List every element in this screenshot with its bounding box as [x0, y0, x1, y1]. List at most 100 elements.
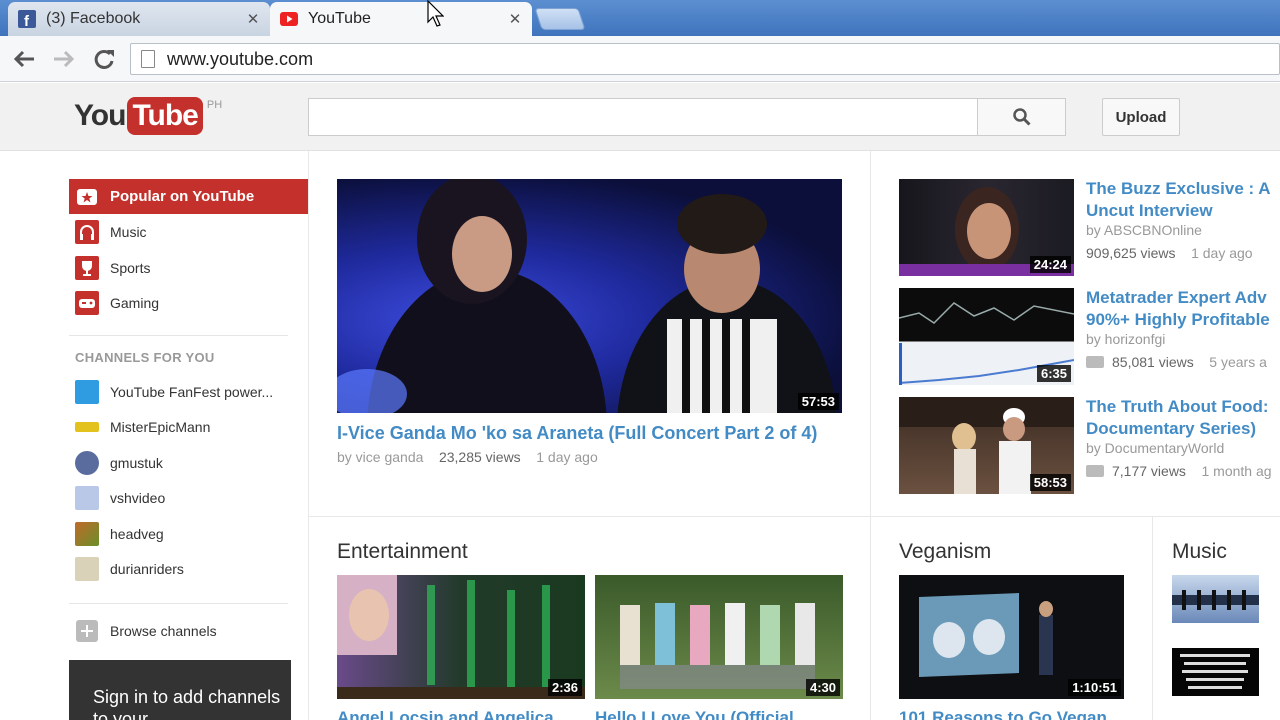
side-video-thumbnail[interactable]: 24:24 — [899, 179, 1074, 276]
youtube-favicon-icon — [280, 10, 298, 28]
tab-title: (3) Facebook — [46, 10, 141, 27]
region-label: PH — [206, 99, 223, 111]
thumbnail-image — [1172, 590, 1259, 610]
sidebar-item-sports[interactable]: Sports — [69, 250, 308, 285]
youtube-masthead: You Tube PH Upload — [0, 83, 1280, 151]
back-button[interactable] — [10, 46, 38, 72]
sidebar-item-label: Sports — [110, 259, 151, 276]
search-input[interactable] — [308, 98, 978, 136]
browse-channels-button[interactable]: Browse channels — [69, 613, 308, 648]
youtube-logo[interactable]: You Tube PH — [74, 97, 222, 135]
search-icon — [1012, 108, 1031, 126]
featured-video-thumbnail[interactable]: 57:53 — [337, 179, 842, 413]
title-line: Metatrader Expert Adv — [1086, 288, 1267, 307]
channel-avatar — [75, 379, 99, 404]
sidebar-channel-gmustuk[interactable]: gmustuk — [69, 445, 308, 480]
shelf-title-veganism[interactable]: Veganism — [899, 540, 991, 564]
channel-label: gmustuk — [110, 454, 163, 471]
browse-channels-label: Browse channels — [110, 622, 217, 639]
sidebar-item-gaming[interactable]: Gaming — [69, 285, 308, 320]
video-uploader[interactable]: by vice ganda — [337, 449, 423, 465]
thumbnail-image — [337, 179, 837, 413]
video-age: 1 day ago — [1191, 245, 1253, 261]
youtube-star-icon — [75, 185, 99, 209]
title-line: Documentary Series) — [1086, 419, 1257, 438]
headphones-icon — [75, 219, 99, 244]
title-line: 90%+ Highly Profitable — [1086, 310, 1270, 329]
mouse-cursor-icon — [427, 0, 444, 27]
reload-icon — [94, 49, 114, 69]
video-duration: 1:10:51 — [1068, 679, 1121, 696]
logo-tube: Tube — [127, 97, 203, 135]
address-bar[interactable]: www.youtube.com — [130, 43, 1280, 75]
channel-avatar — [75, 450, 99, 475]
side-video-thumbnail[interactable]: 58:53 — [899, 397, 1074, 494]
video-uploader[interactable]: by ABSCBNOnline — [1086, 222, 1202, 238]
channel-avatar — [75, 556, 99, 581]
forward-button[interactable] — [50, 46, 78, 72]
side-video-title[interactable]: The Buzz Exclusive : A Uncut Interview — [1086, 178, 1271, 222]
music-video-thumbnail[interactable] — [1172, 575, 1259, 623]
new-tab-button[interactable] — [534, 8, 586, 30]
trophy-icon — [75, 255, 99, 280]
side-video-title[interactable]: Metatrader Expert Adv 90%+ Highly Profit… — [1086, 287, 1270, 331]
side-video-title[interactable]: The Truth About Food: Documentary Series… — [1086, 396, 1269, 440]
shelf-video-thumbnail[interactable]: 1:10:51 — [899, 575, 1124, 699]
shelf-video-title[interactable]: Hello I Love You (Official — [595, 708, 794, 720]
search-button[interactable] — [977, 98, 1066, 136]
shelf-video-title[interactable]: 101 Reasons to Go Vegan — [899, 708, 1107, 720]
gamepad-icon — [75, 290, 99, 315]
shelf-video-thumbnail[interactable]: 4:30 — [595, 575, 843, 699]
shelf-title-entertainment[interactable]: Entertainment — [337, 540, 468, 564]
video-views: 23,285 views — [438, 449, 521, 465]
side-video-thumbnail[interactable]: 6:35 — [899, 288, 1074, 385]
facebook-icon: f — [18, 10, 36, 30]
shelf-video-title[interactable]: Angel Locsin and Angelica — [337, 708, 554, 720]
channel-avatar — [75, 521, 99, 546]
channel-label: MisterEpicMann — [110, 418, 211, 435]
reload-button[interactable] — [90, 46, 118, 72]
tab-facebook[interactable]: f (3) Facebook ✕ — [8, 2, 270, 36]
channel-label: YouTube FanFest power... — [110, 383, 274, 400]
sidebar-channel-durianriders[interactable]: durianriders — [69, 551, 308, 586]
sidebar-item-label: Popular on YouTube — [110, 188, 255, 205]
sidebar-channel-mistericmann[interactable]: MisterEpicMann — [69, 409, 308, 444]
video-duration: 4:30 — [805, 679, 840, 696]
side-video-meta: 7,177 views 1 month ag — [1086, 463, 1272, 479]
browser-toolbar: www.youtube.com — [0, 36, 1280, 82]
video-duration: 57:53 — [797, 393, 839, 410]
channel-label: headveg — [110, 525, 164, 542]
tab-youtube[interactable]: YouTube ✕ — [270, 2, 532, 36]
column-divider — [870, 151, 871, 720]
section-divider — [308, 516, 1280, 517]
sidebar-divider — [69, 603, 288, 604]
sidebar-channel-headveg[interactable]: headveg — [69, 516, 308, 551]
signin-promo: Sign in to add channels to your — [69, 660, 291, 720]
video-duration: 6:35 — [1036, 365, 1071, 382]
side-video-meta: 909,625 views 1 day ago — [1086, 245, 1253, 261]
close-tab-icon[interactable]: ✕ — [508, 10, 522, 28]
sidebar-item-popular[interactable]: Popular on YouTube — [69, 179, 308, 214]
close-tab-icon[interactable]: ✕ — [246, 10, 260, 28]
video-views: 909,625 views — [1086, 245, 1176, 261]
sidebar-item-music[interactable]: Music — [69, 214, 308, 249]
shelf-title-music[interactable]: Music — [1172, 540, 1227, 564]
back-arrow-icon — [13, 50, 34, 68]
page-icon — [141, 50, 155, 68]
title-line: The Truth About Food: — [1086, 397, 1269, 416]
channel-label: durianriders — [110, 560, 184, 577]
shelf-video-thumbnail[interactable]: 2:36 — [337, 575, 585, 699]
music-video-thumbnail[interactable] — [1172, 648, 1259, 696]
upload-button[interactable]: Upload — [1102, 98, 1180, 136]
channel-label: vshvideo — [110, 489, 166, 506]
featured-video-title[interactable]: I-Vice Ganda Mo 'ko sa Araneta (Full Con… — [337, 423, 857, 444]
forward-arrow-icon — [54, 50, 75, 68]
column-divider — [1152, 517, 1153, 720]
sidebar-channel-fanfest[interactable]: YouTube FanFest power... — [69, 374, 308, 409]
video-uploader[interactable]: by horizonfgi — [1086, 331, 1165, 347]
video-uploader[interactable]: by DocumentaryWorld — [1086, 440, 1224, 456]
tab-title: YouTube — [308, 10, 371, 27]
browser-tab-strip: f (3) Facebook ✕ YouTube ✕ — [0, 0, 1280, 36]
video-age: 5 years a — [1209, 354, 1267, 370]
sidebar-channel-vshvideo[interactable]: vshvideo — [69, 480, 308, 515]
